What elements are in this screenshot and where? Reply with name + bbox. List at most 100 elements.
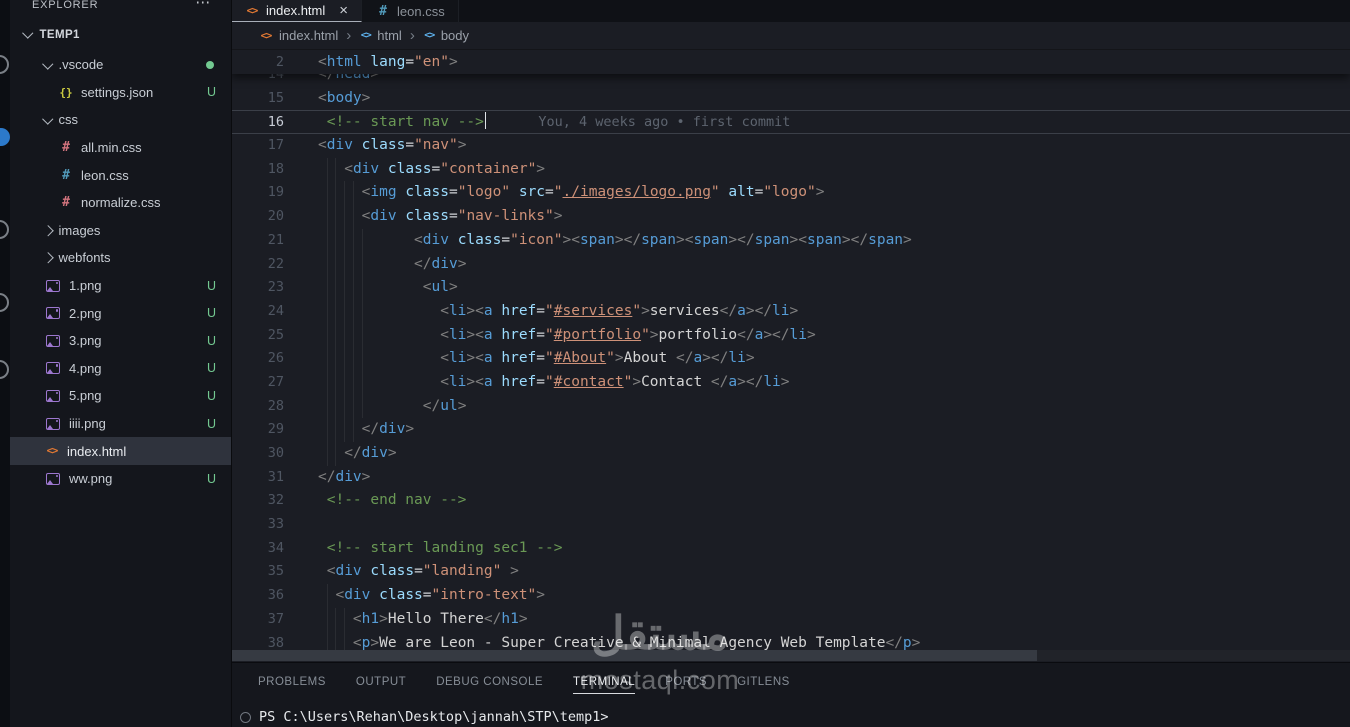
panel-tab-ports[interactable]: PORTS	[665, 676, 707, 694]
image-file-icon	[46, 472, 60, 485]
indent-guide	[335, 157, 337, 182]
indent-guide	[344, 299, 346, 324]
hash-icon: #	[379, 3, 387, 19]
explorer-item-.vscode[interactable]: .vscode	[10, 51, 231, 79]
sticky-scroll-line[interactable]: 2 <html lang="en">	[231, 50, 1350, 74]
explorer-item-5.png[interactable]: 5.png U	[10, 382, 231, 410]
activity-icon[interactable]	[0, 55, 9, 74]
code-line-19[interactable]: 19 <img class="logo" src="./images/logo.…	[231, 181, 1350, 206]
code-line-37[interactable]: 37 <h1>Hello There</h1>	[231, 607, 1350, 632]
explorer-item-2.png[interactable]: 2.png U	[10, 299, 231, 327]
line-number: 2	[275, 54, 284, 70]
more-actions-icon[interactable]: ⋯	[195, 0, 211, 10]
image-file-icon	[46, 417, 60, 430]
code-line-36[interactable]: 36 <div class="intro-text">	[231, 584, 1350, 608]
line-number: 23	[267, 279, 284, 296]
code-editor[interactable]: 14 </head> 15 <body> 16 <!-- start nav --> Yo…	[231, 50, 1350, 662]
code-line-24[interactable]: 24 <li><a href="#services">services</a><…	[231, 299, 1350, 324]
code-line-34[interactable]: 34 <!-- start landing sec1 -->	[231, 537, 1350, 561]
chevron-down-icon	[42, 113, 54, 124]
code-line-16[interactable]: 16 <!-- start nav --> You, 4 weeks ago • …	[231, 110, 1350, 135]
code-line-33[interactable]: 33	[231, 513, 1350, 537]
code-line-18[interactable]: 18 <div class="container">	[231, 157, 1350, 182]
code-line-31[interactable]: 31 </div>	[231, 466, 1350, 490]
bottom-panel: PROBLEMS OUTPUT DEBUG CONSOLE TERMINAL PORTS…	[231, 662, 1350, 727]
git-untracked-badge: U	[206, 471, 216, 486]
explorer-item-settings.json[interactable]: {} settings.json U	[10, 79, 231, 107]
code-line-15[interactable]: 15 <body>	[231, 87, 1350, 111]
indent-guide	[326, 442, 328, 466]
indent-guide	[344, 323, 346, 348]
breadcrumb-index.html[interactable]: <> index.html	[258, 28, 339, 43]
explorer-item-webfonts[interactable]: webfonts	[10, 244, 231, 272]
code-line-21[interactable]: 21 <div class="icon"><span></span><span>…	[231, 228, 1350, 253]
line-number: 17	[267, 137, 284, 154]
panel-tab-problems[interactable]: PROBLEMS	[258, 676, 326, 694]
code-line-32[interactable]: 32 <!-- end nav -->	[231, 489, 1350, 513]
breadcrumb-body[interactable]: <> body	[423, 28, 469, 43]
code-line-28[interactable]: 28 </ul>	[231, 394, 1350, 419]
code-line-17[interactable]: 17 <div class="nav">	[231, 134, 1350, 158]
file-label: normalize.css	[81, 195, 161, 211]
hash-icon: #	[62, 167, 70, 183]
explorer-item-1.png[interactable]: 1.png U	[10, 272, 231, 300]
code-line-35[interactable]: 35 <div class="landing" >	[231, 560, 1350, 584]
hash-icon: #	[62, 195, 70, 211]
explorer-root-folder[interactable]: TEMP1	[10, 23, 231, 46]
explorer-item-ww.png[interactable]: ww.png U	[10, 465, 231, 493]
root-folder-label: TEMP1	[39, 28, 80, 41]
activity-badge-icon[interactable]	[0, 128, 10, 146]
code-line-25[interactable]: 25 <li><a href="#portfolio">portfolio</a…	[231, 323, 1350, 348]
explorer-item-index.html[interactable]: <> index.html	[10, 437, 231, 465]
tab-index.html[interactable]: <> index.html ×	[231, 0, 363, 22]
explorer-item-images[interactable]: images	[10, 217, 231, 245]
terminal-prompt[interactable]: PS C:\Users\Rehan\Desktop\jannah\STP\tem…	[259, 709, 609, 725]
explorer-item-iiii.png[interactable]: iiii.png U	[10, 410, 231, 438]
indent-guide	[326, 299, 328, 324]
terminal[interactable]: PS C:\Users\Rehan\Desktop\jannah\STP\tem…	[240, 709, 609, 725]
activity-icon[interactable]	[0, 360, 9, 379]
horizontal-scrollbar[interactable]	[231, 650, 1350, 661]
explorer-item-4.png[interactable]: 4.png U	[10, 355, 231, 383]
file-label: iiii.png	[69, 416, 106, 432]
explorer-item-3.png[interactable]: 3.png U	[10, 327, 231, 355]
sidebar-editor-divider[interactable]	[231, 0, 232, 727]
explorer-sidebar: EXPLORER ⋯ TEMP1 .vscode {} settings.json U…	[10, 0, 231, 727]
tab-leon.css[interactable]: # leon.css	[362, 0, 459, 22]
indent-guide	[344, 347, 346, 371]
explorer-item-css[interactable]: css	[10, 106, 231, 134]
code-line-22[interactable]: 22 </div>	[231, 252, 1350, 277]
activity-icon[interactable]	[0, 220, 9, 239]
breadcrumb-html[interactable]: <> html	[359, 28, 402, 43]
code-line-27[interactable]: 27 <li><a href="#contact">Contact </a></…	[231, 370, 1350, 395]
panel-tab-terminal[interactable]: TERMINAL	[573, 676, 636, 694]
file-label: .vscode	[58, 57, 104, 73]
git-untracked-badge: U	[206, 416, 216, 431]
line-number: 18	[267, 160, 284, 177]
indent-guide	[344, 418, 346, 442]
chevron-right-icon	[42, 252, 54, 264]
code-line-20[interactable]: 20 <div class="nav-links">	[231, 205, 1350, 229]
image-file-icon	[46, 279, 60, 292]
indent-guide	[344, 394, 346, 419]
panel-tab-debug-console[interactable]: DEBUG CONSOLE	[436, 676, 543, 694]
explorer-tree: .vscode {} settings.json Ucss # all.min.css # l…	[10, 51, 231, 493]
panel-tab-output[interactable]: OUTPUT	[356, 676, 406, 694]
explorer-item-leon.css[interactable]: # leon.css	[10, 161, 231, 189]
indent-guide	[352, 181, 354, 206]
explorer-item-normalize.css[interactable]: # normalize.css	[10, 189, 231, 217]
explorer-item-all.min.css[interactable]: # all.min.css	[10, 134, 231, 162]
indent-guide	[326, 607, 328, 632]
code-line-26[interactable]: 26 <li><a href="#About">About </a></li>	[231, 347, 1350, 371]
indent-guide	[335, 181, 337, 206]
code-line-23[interactable]: 23 <ul>	[231, 276, 1350, 300]
panel-tab-gitlens[interactable]: GITLENS	[737, 676, 790, 694]
horizontal-scrollbar-thumb[interactable]	[231, 650, 1037, 661]
activity-icon[interactable]	[0, 293, 9, 312]
line-number: 22	[267, 255, 284, 272]
close-tab-icon[interactable]: ×	[339, 2, 348, 19]
text-cursor	[484, 112, 487, 130]
code-line-30[interactable]: 30 </div>	[231, 442, 1350, 466]
code-line-2[interactable]: 2 <html lang="en">	[231, 50, 1350, 74]
code-line-29[interactable]: 29 </div>	[231, 418, 1350, 442]
